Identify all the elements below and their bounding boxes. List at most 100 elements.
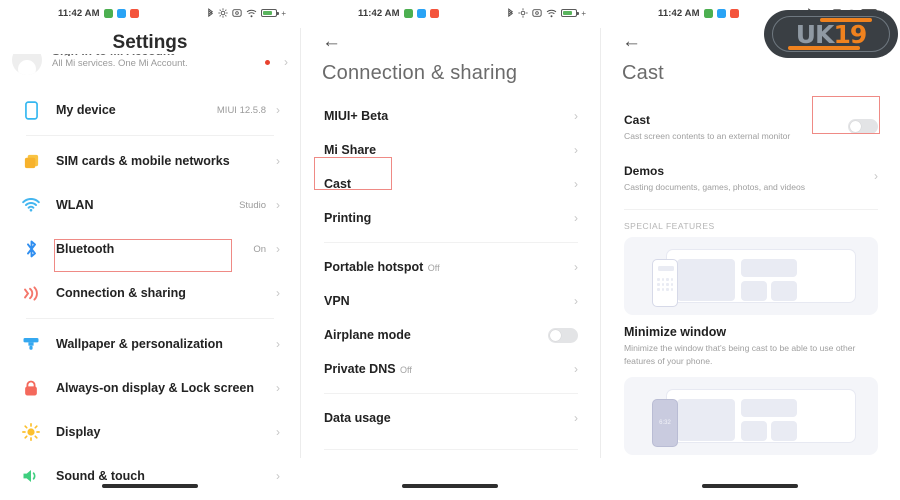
list-item-label: VPN [324, 294, 350, 308]
list-item-text: Printing [324, 209, 574, 227]
status-bar-right: + [507, 7, 586, 19]
cast-toggle[interactable] [848, 119, 878, 134]
sidebar-item-connection-sharing[interactable]: Connection & sharing › [12, 271, 288, 315]
illustration-phone [652, 259, 678, 308]
cast-setting-row[interactable]: Cast Cast screen contents to an external… [600, 107, 900, 148]
battery-icon [561, 9, 579, 17]
device-icon [16, 100, 46, 120]
chevron-right-icon: › [874, 169, 878, 184]
watermark-text-gray: UK [795, 19, 835, 49]
chevron-right-icon: › [574, 294, 578, 308]
list-item-printing[interactable]: Printing › [300, 201, 600, 235]
list-divider [624, 209, 878, 211]
illustration-block [741, 281, 767, 302]
green-app-icon [403, 8, 413, 18]
chevron-right-icon: › [276, 469, 280, 483]
sidebar-item-value: On [253, 243, 266, 255]
status-time: 11:42 AM [658, 7, 700, 19]
battery-icon [261, 9, 279, 17]
list-item-miui-beta[interactable]: MIUI+ Beta › [300, 99, 600, 133]
list-item-label: Printing [324, 211, 372, 225]
bluetooth-icon [16, 240, 46, 258]
illustration-block [677, 398, 735, 441]
sidebar-item-wlan[interactable]: WLAN Studio › [12, 183, 288, 227]
settings-gear-icon [218, 8, 228, 18]
chevron-right-icon: › [276, 337, 280, 351]
list-item-label: Airplane mode [324, 328, 411, 342]
sidebar-item-wallpaper[interactable]: Wallpaper & personalization › [12, 322, 288, 366]
demos-row[interactable]: Demos Casting documents, games, photos, … [600, 158, 900, 199]
connection-list-group1: MIUI+ Beta › Mi Share › Cast › Printing … [300, 99, 600, 235]
demos-title: Demos [624, 164, 665, 179]
chevron-right-icon: › [276, 425, 280, 439]
list-item-sublabel: Off [400, 365, 412, 375]
list-item-cast[interactable]: Cast › [300, 167, 600, 201]
list-item-label: Mi Share [324, 143, 377, 157]
list-divider [26, 318, 274, 319]
speaker-icon [16, 468, 46, 484]
home-indicator [402, 484, 498, 488]
list-divider [324, 449, 578, 450]
back-button[interactable]: ← [300, 26, 600, 52]
list-item-private-dns[interactable]: Private DNS Off › [300, 352, 600, 386]
list-item-label: MIUI+ Beta [324, 109, 389, 123]
status-bar-panel2: 11:42 AM + [300, 0, 600, 26]
chevron-right-icon: › [574, 260, 578, 274]
three-phone-screenshots: 11:42 AM + Settings Sign in to Mi Accoun… [0, 0, 900, 500]
minimize-window-title: Minimize window [624, 325, 727, 340]
panel-settings: 11:42 AM + Settings Sign in to Mi Accoun… [0, 0, 300, 500]
sidebar-item-label: Display [56, 424, 101, 439]
demos-desc: Casting documents, games, photos, and vi… [624, 182, 806, 193]
bluetooth-icon [507, 7, 514, 19]
home-indicator [702, 484, 798, 488]
status-bar-left: 11:42 AM [658, 8, 739, 19]
mi-account-right: › [265, 56, 288, 68]
sidebar-item-label: My device [56, 102, 116, 117]
settings-gear-icon [518, 8, 528, 18]
status-bar-panel1: 11:42 AM + [0, 0, 300, 26]
illustration-block [741, 420, 767, 441]
sidebar-item-sound-touch[interactable]: Sound & touch › [12, 454, 288, 498]
sidebar-item-display[interactable]: Display › [12, 410, 288, 454]
minimize-window-desc: Minimize the window that's being cast to… [624, 343, 856, 366]
sidebar-item-my-device[interactable]: My device MIUI 12.5.8 › [12, 88, 288, 132]
lock-icon [16, 380, 46, 397]
back-arrow-icon: ← [322, 31, 341, 52]
list-item-sublabel: Off [427, 263, 440, 273]
list-item-data-usage[interactable]: Data usage › [300, 401, 600, 435]
illustration-screen [666, 388, 856, 443]
blue-app-icon [716, 8, 726, 18]
list-item-airplane-mode[interactable]: Airplane mode [300, 318, 600, 352]
list-item-portable-hotspot[interactable]: Portable hotspot Off › [300, 250, 600, 284]
page-title: Connection & sharing [322, 62, 518, 84]
sidebar-item-bluetooth[interactable]: Bluetooth On › [12, 227, 288, 271]
chevron-right-icon: › [276, 154, 280, 168]
wifi-icon [16, 198, 46, 212]
chevron-right-icon: › [276, 198, 280, 212]
green-app-icon [103, 8, 113, 18]
illustration-block [771, 420, 797, 441]
airplane-mode-toggle[interactable] [548, 327, 578, 343]
sidebar-item-sim-cards[interactable]: SIM cards & mobile networks › [12, 139, 288, 183]
list-item-text: Cast [324, 175, 574, 193]
panel-connection-sharing: 11:42 AM + ← Connection & sharing MIUI+ … [300, 0, 600, 500]
bluetooth-icon [207, 7, 214, 19]
chevron-right-icon: › [276, 381, 280, 395]
list-item-vpn[interactable]: VPN › [300, 284, 600, 318]
chevron-right-icon: › [574, 362, 578, 376]
illustration-screen [666, 249, 856, 304]
red-app-icon [729, 8, 739, 18]
sim-card-icon [16, 153, 46, 170]
list-item-mi-share[interactable]: Mi Share › [300, 133, 600, 167]
mi-account-row[interactable]: Sign in to Mi Account All Mi services. O… [0, 54, 300, 88]
cast-full-screen-illustration [624, 237, 878, 316]
list-item-text: VPN [324, 292, 574, 310]
new-notification-dot [265, 59, 270, 65]
sidebar-item-always-on-display[interactable]: Always-on display & Lock screen › [12, 366, 288, 410]
sidebar-item-value: MIUI 12.5.8 [216, 104, 266, 116]
watermark-text: UK19 [795, 19, 867, 49]
back-arrow-icon: ← [622, 31, 641, 52]
status-bar-right: + [207, 7, 286, 19]
blue-app-icon [116, 8, 126, 18]
chevron-right-icon: › [574, 411, 578, 425]
